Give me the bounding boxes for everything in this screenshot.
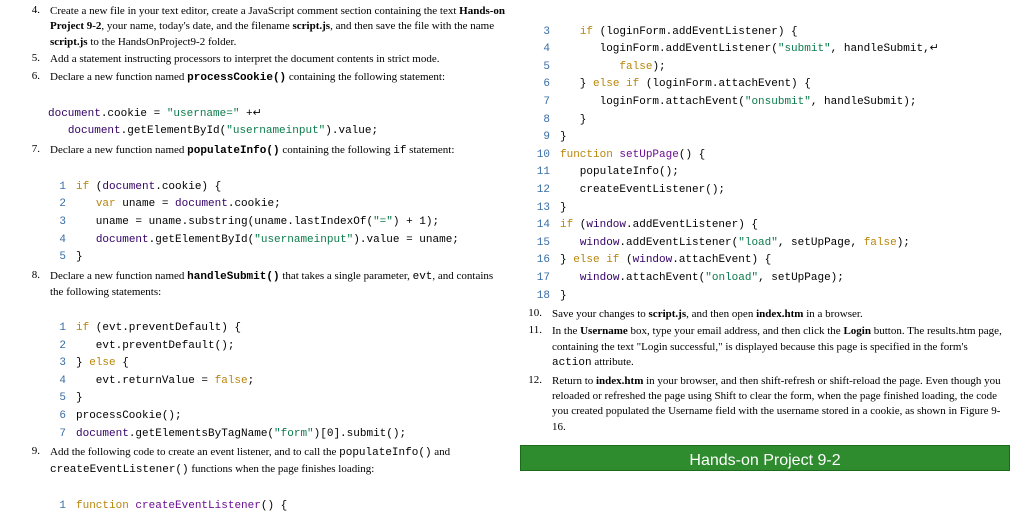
step-number: 11.: [520, 324, 552, 371]
code-line: document.getElementById("usernameinput")…: [48, 125, 378, 137]
step-number: 8.: [18, 269, 50, 301]
code-line: 16} else if (window.attachEvent) {: [532, 254, 771, 266]
step-number: 5.: [18, 52, 50, 67]
code-line: 11 populateInfo();: [532, 166, 679, 178]
code-line: 9}: [532, 131, 567, 143]
step-text: Add the following code to create an even…: [50, 445, 508, 478]
code-block-9a: 1function createEventListener() { 2 var …: [48, 480, 508, 512]
code-line: 1if (document.cookie) {: [48, 181, 221, 193]
code-line: document.cookie = "username=" +↵: [48, 108, 262, 120]
step-number: 9.: [18, 445, 50, 478]
code-line: 18}: [532, 290, 567, 302]
step-text: Declare a new function named populateInf…: [50, 143, 508, 159]
step-11: 11. In the Username box, type your email…: [520, 324, 1010, 371]
left-column: 4. Create a new file in your text editor…: [12, 4, 514, 512]
step-8: 8. Declare a new function named handleSu…: [18, 269, 508, 301]
code-line: 17 window.attachEvent("onload", setUpPag…: [532, 272, 844, 284]
code-line: 5}: [48, 251, 83, 263]
page: 4. Create a new file in your text editor…: [0, 0, 1024, 512]
step-5: 5. Add a statement instructing processor…: [18, 52, 508, 67]
code-line: 4 loginForm.addEventListener("submit", h…: [532, 43, 939, 55]
code-line: 13}: [532, 202, 567, 214]
code-line: 3} else {: [48, 357, 129, 369]
step-text: Save your changes to script.js, and then…: [552, 307, 1010, 322]
code-line: 7document.getElementsByTagName("form")[0…: [48, 428, 406, 440]
code-line: 5}: [48, 392, 83, 404]
step-number: 12.: [520, 374, 552, 436]
code-line: 10function setUpPage() {: [532, 149, 705, 161]
code-line: 2 var uname = document.cookie;: [48, 198, 281, 210]
code-line: 4 document.getElementById("usernameinput…: [48, 234, 459, 246]
step-9: 9. Add the following code to create an e…: [18, 445, 508, 478]
step-text: Return to index.htm in your browser, and…: [552, 374, 1010, 436]
step-10: 10. Save your changes to script.js, and …: [520, 307, 1010, 322]
code-line: 12 createEventListener();: [532, 184, 725, 196]
step-6: 6. Declare a new function named processC…: [18, 70, 508, 86]
step-4: 4. Create a new file in your text editor…: [18, 4, 508, 50]
code-line: 1function createEventListener() {: [48, 500, 287, 512]
code-line: 3 uname = uname.substring(uname.lastInde…: [48, 216, 439, 228]
step-text: Declare a new function named processCook…: [50, 70, 508, 86]
code-line: 7 loginForm.attachEvent("onsubmit", hand…: [532, 96, 916, 108]
project-banner: Hands-on Project 9-2: [520, 445, 1010, 471]
step-text: Create a new file in your text editor, c…: [50, 4, 508, 50]
code-line: 1if (evt.preventDefault) {: [48, 322, 241, 334]
code-block-7: 1if (document.cookie) { 2 var uname = do…: [48, 161, 508, 267]
code-line: 3 if (loginForm.addEventListener) {: [532, 26, 798, 38]
step-number: 6.: [18, 70, 50, 86]
code-line: 8 }: [532, 114, 586, 126]
step-7: 7. Declare a new function named populate…: [18, 143, 508, 159]
step-number: 10.: [520, 307, 552, 322]
code-line: 14if (window.addEventListener) {: [532, 219, 758, 231]
code-line: 4 evt.returnValue = false;: [48, 375, 254, 387]
step-number: 4.: [18, 4, 50, 50]
step-text: Declare a new function named handleSubmi…: [50, 269, 508, 301]
code-line: 6processCookie();: [48, 410, 182, 422]
code-line: 2 evt.preventDefault();: [48, 340, 234, 352]
step-12: 12. Return to index.htm in your browser,…: [520, 374, 1010, 436]
step-text: In the Username box, type your email add…: [552, 324, 1010, 371]
code-line: 5 false);: [532, 61, 666, 73]
code-line: 15 window.addEventListener("load", setUp…: [532, 237, 910, 249]
code-block-9b: 3 if (loginForm.addEventListener) { 4 lo…: [532, 6, 1010, 305]
code-block-6: document.cookie = "username=" +↵ documen…: [48, 88, 508, 141]
right-column: 3 if (loginForm.addEventListener) { 4 lo…: [514, 4, 1016, 512]
code-line: 6 } else if (loginForm.attachEvent) {: [532, 78, 811, 90]
code-block-8: 1if (evt.preventDefault) { 2 evt.prevent…: [48, 302, 508, 443]
step-number: 7.: [18, 143, 50, 159]
step-text: Add a statement instructing processors t…: [50, 52, 508, 67]
